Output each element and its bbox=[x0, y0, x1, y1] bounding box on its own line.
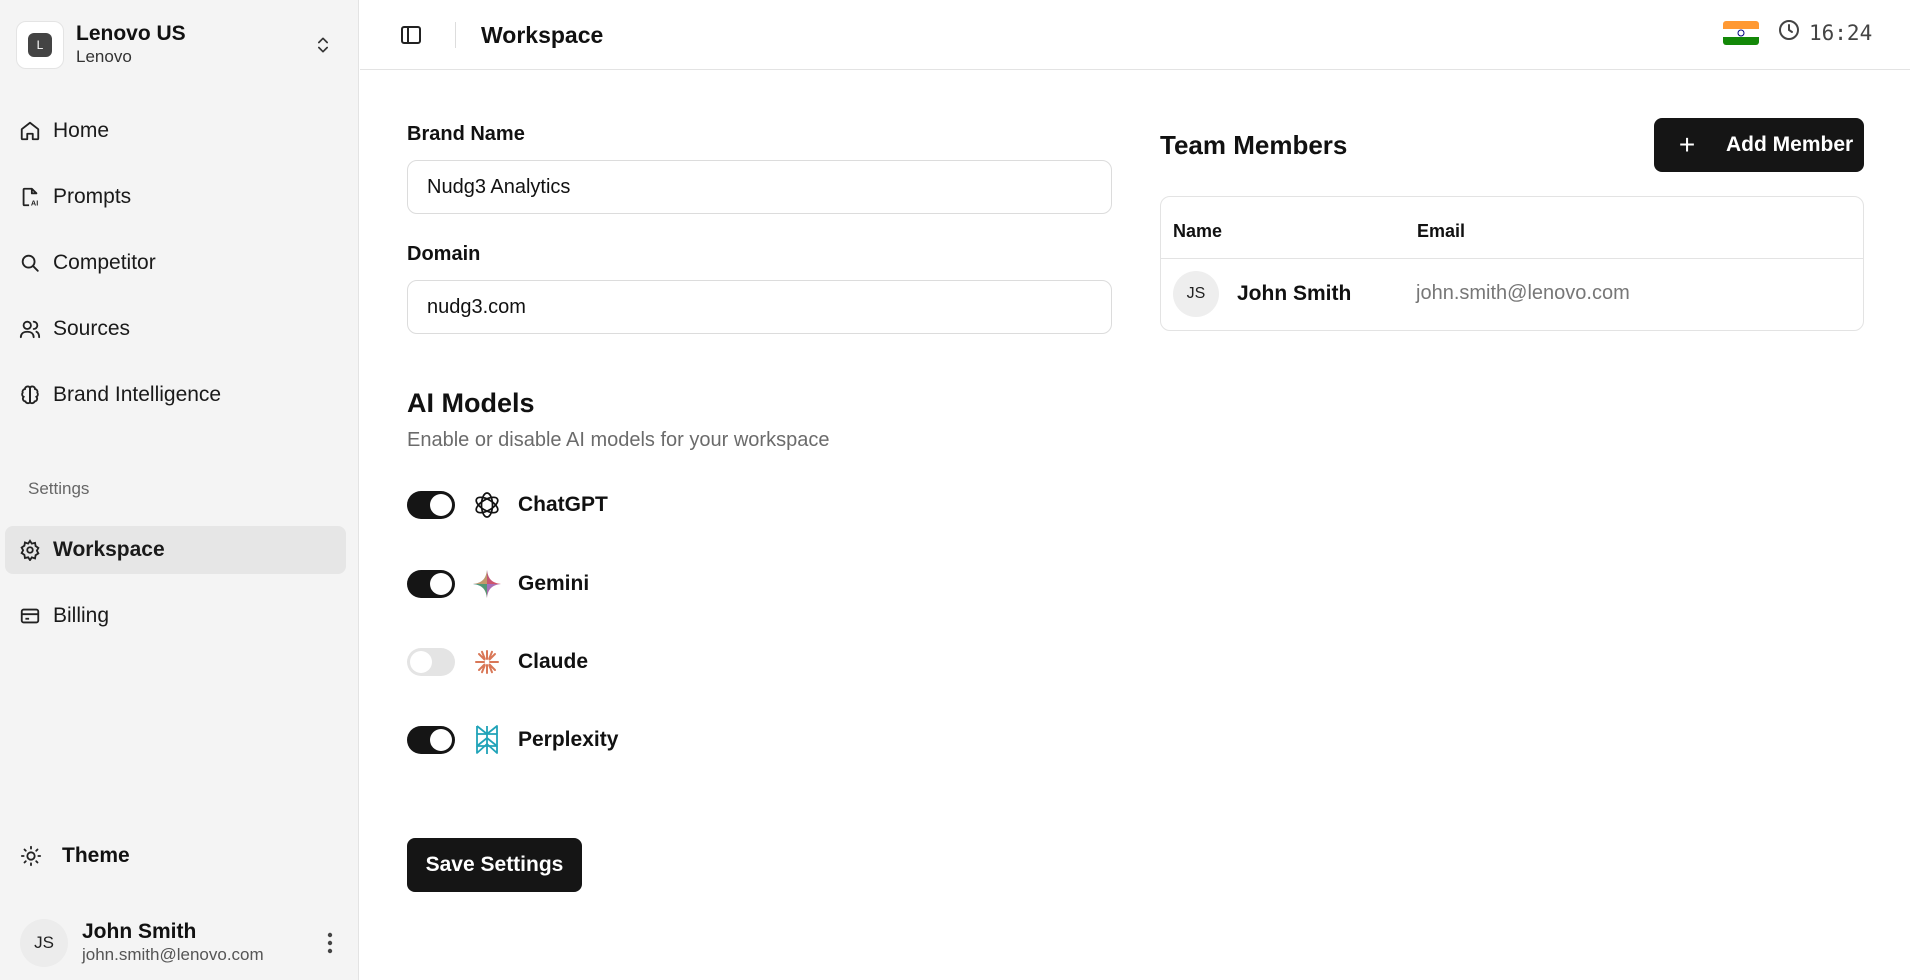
sidebar-toggle-icon[interactable] bbox=[396, 20, 426, 50]
sidebar-item-billing[interactable]: Billing bbox=[5, 592, 346, 640]
theme-label: Theme bbox=[62, 844, 130, 867]
top-bar: Workspace 16:24 bbox=[360, 0, 1910, 70]
avatar: JS bbox=[20, 919, 68, 967]
clock: 16:24 bbox=[1777, 18, 1872, 47]
chatgpt-toggle[interactable] bbox=[407, 491, 455, 519]
save-settings-button[interactable]: Save Settings bbox=[407, 838, 582, 892]
perplexity-icon bbox=[471, 724, 503, 756]
member-name: John Smith bbox=[1237, 282, 1352, 305]
sidebar-item-label: Competitor bbox=[53, 251, 156, 274]
domain-input[interactable] bbox=[407, 280, 1112, 334]
home-icon bbox=[17, 118, 43, 144]
claude-toggle[interactable] bbox=[407, 648, 455, 676]
org-subtitle: Lenovo bbox=[76, 47, 132, 66]
column-header-email: Email bbox=[1417, 221, 1466, 241]
sidebar-item-label: Billing bbox=[53, 604, 110, 627]
toggle-knob bbox=[430, 494, 452, 516]
team-members-title: Team Members bbox=[1160, 130, 1348, 160]
credit-card-icon bbox=[17, 603, 43, 629]
users-icon bbox=[17, 316, 43, 342]
org-logo-letter: L bbox=[28, 33, 52, 57]
plus-icon: + bbox=[1678, 129, 1696, 160]
header-divider bbox=[455, 22, 456, 48]
chevron-up-down-icon bbox=[310, 32, 336, 58]
model-name: Gemini bbox=[518, 572, 590, 595]
sun-icon bbox=[18, 843, 44, 869]
india-flag-icon[interactable] bbox=[1723, 21, 1759, 45]
column-header-name: Name bbox=[1173, 221, 1223, 241]
gemini-icon bbox=[471, 568, 503, 600]
org-name: Lenovo US bbox=[76, 22, 186, 45]
search-icon bbox=[17, 250, 43, 276]
user-name: John Smith bbox=[82, 920, 197, 943]
user-profile[interactable]: JS John Smith john.smith@lenovo.com bbox=[20, 918, 345, 968]
brain-icon bbox=[17, 382, 43, 408]
gear-icon bbox=[17, 537, 43, 563]
team-members-table: Name Email JS John Smith john.smith@leno… bbox=[1160, 196, 1864, 331]
theme-toggle[interactable]: Theme bbox=[18, 834, 130, 878]
clock-icon bbox=[1777, 18, 1801, 47]
sidebar: L Lenovo US Lenovo Home AI Prompts Compe… bbox=[0, 0, 359, 980]
sidebar-item-competitor[interactable]: Competitor bbox=[5, 239, 346, 287]
flag-stripe-middle bbox=[1723, 29, 1759, 37]
add-member-label: Add Member bbox=[1726, 133, 1854, 156]
file-ai-icon: AI bbox=[17, 184, 43, 210]
clock-time: 16:24 bbox=[1809, 20, 1873, 45]
org-switcher[interactable]: L Lenovo US Lenovo bbox=[16, 20, 336, 70]
add-member-button[interactable]: + Add Member bbox=[1654, 118, 1864, 172]
sidebar-item-workspace[interactable]: Workspace bbox=[5, 526, 346, 574]
brand-name-label: Brand Name bbox=[407, 123, 525, 145]
flag-stripe-top bbox=[1723, 21, 1759, 29]
member-email: john.smith@lenovo.com bbox=[1416, 282, 1630, 304]
table-row[interactable]: JS John Smith john.smith@lenovo.com bbox=[1161, 259, 1863, 331]
claude-icon bbox=[471, 646, 503, 678]
model-name: ChatGPT bbox=[518, 493, 608, 516]
model-row-claude: Claude bbox=[407, 642, 588, 682]
toggle-knob bbox=[430, 729, 452, 751]
sidebar-item-label: Workspace bbox=[53, 538, 165, 561]
svg-text:AI: AI bbox=[31, 198, 38, 207]
avatar: JS bbox=[1173, 271, 1219, 317]
ai-models-subtitle: Enable or disable AI models for your wor… bbox=[407, 429, 830, 451]
settings-section-label: Settings bbox=[28, 479, 90, 498]
flag-stripe-bottom bbox=[1723, 37, 1759, 45]
sidebar-item-label: Prompts bbox=[53, 185, 132, 208]
user-email: john.smith@lenovo.com bbox=[82, 945, 264, 964]
perplexity-toggle[interactable] bbox=[407, 726, 455, 754]
sidebar-item-home[interactable]: Home bbox=[5, 107, 346, 155]
sidebar-item-brand-intelligence[interactable]: Brand Intelligence bbox=[5, 371, 346, 419]
more-vertical-icon[interactable] bbox=[315, 923, 345, 963]
model-name: Claude bbox=[518, 650, 589, 673]
sidebar-item-prompts[interactable]: AI Prompts bbox=[5, 173, 346, 221]
sidebar-item-label: Sources bbox=[53, 317, 131, 340]
sidebar-item-sources[interactable]: Sources bbox=[5, 305, 346, 353]
openai-icon bbox=[471, 489, 503, 521]
domain-label: Domain bbox=[407, 243, 481, 265]
model-row-chatgpt: ChatGPT bbox=[407, 485, 608, 525]
sidebar-item-label: Home bbox=[53, 119, 110, 142]
user-text: John Smith john.smith@lenovo.com bbox=[82, 920, 315, 966]
org-text: Lenovo US Lenovo bbox=[76, 22, 310, 68]
model-row-perplexity: Perplexity bbox=[407, 720, 618, 760]
brand-name-input[interactable] bbox=[407, 160, 1112, 214]
toggle-knob bbox=[430, 573, 452, 595]
gemini-toggle[interactable] bbox=[407, 570, 455, 598]
page-title: Workspace bbox=[481, 22, 604, 48]
toggle-knob bbox=[410, 651, 432, 673]
sidebar-item-label: Brand Intelligence bbox=[53, 383, 222, 406]
org-logo: L bbox=[16, 21, 64, 69]
model-row-gemini: Gemini bbox=[407, 564, 589, 604]
ai-models-title: AI Models bbox=[407, 388, 535, 418]
model-name: Perplexity bbox=[518, 728, 619, 751]
